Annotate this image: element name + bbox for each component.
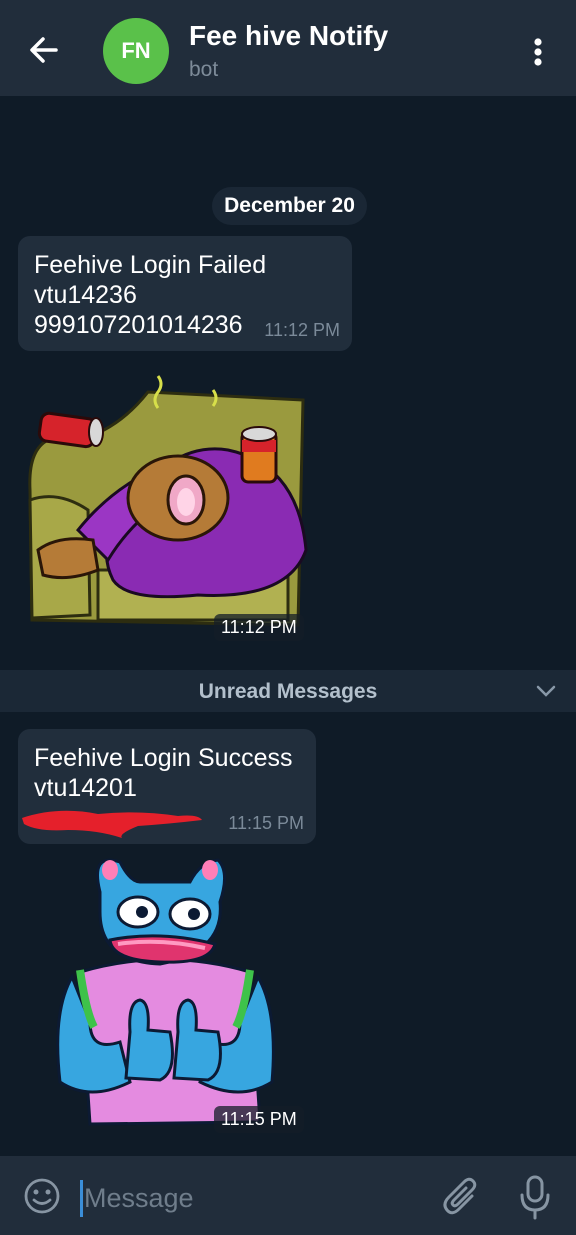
message-line: vtu14236 xyxy=(34,281,137,309)
message-line: Feehive Login Success xyxy=(34,744,293,772)
message-time: 11:12 PM xyxy=(264,320,340,340)
sloth-sticker[interactable] xyxy=(18,370,310,640)
smiley-icon[interactable] xyxy=(22,1176,62,1216)
text-cursor xyxy=(80,1180,83,1217)
unread-divider[interactable]: Unread Messages xyxy=(0,670,576,712)
chat-header: FN Fee hive Notify bot xyxy=(0,0,576,96)
more-vertical-icon[interactable] xyxy=(524,32,552,72)
chat-title[interactable]: Fee hive Notify xyxy=(189,20,388,52)
message-line: Feehive Login Failed xyxy=(34,251,267,279)
paperclip-icon[interactable] xyxy=(442,1176,480,1218)
chat-subtitle: bot xyxy=(189,58,219,81)
date-chip: December 20 xyxy=(212,187,367,225)
message-input[interactable] xyxy=(84,1178,414,1218)
chevron-down-icon[interactable] xyxy=(535,682,557,700)
frog-sticker[interactable] xyxy=(50,852,280,1132)
message-bubble[interactable]: Feehive Login Failed vtu14236 9991072010… xyxy=(18,236,352,351)
avatar[interactable]: FN xyxy=(103,18,169,84)
sticker-time: 11:15 PM xyxy=(214,1106,304,1133)
redaction-scribble xyxy=(22,810,202,838)
unread-label: Unread Messages xyxy=(198,680,378,703)
message-line: vtu14201 xyxy=(34,774,137,802)
sticker-time: 11:12 PM xyxy=(214,614,304,641)
back-arrow-icon[interactable] xyxy=(24,30,64,70)
message-time: 11:15 PM xyxy=(228,813,304,833)
microphone-icon[interactable] xyxy=(518,1174,552,1220)
